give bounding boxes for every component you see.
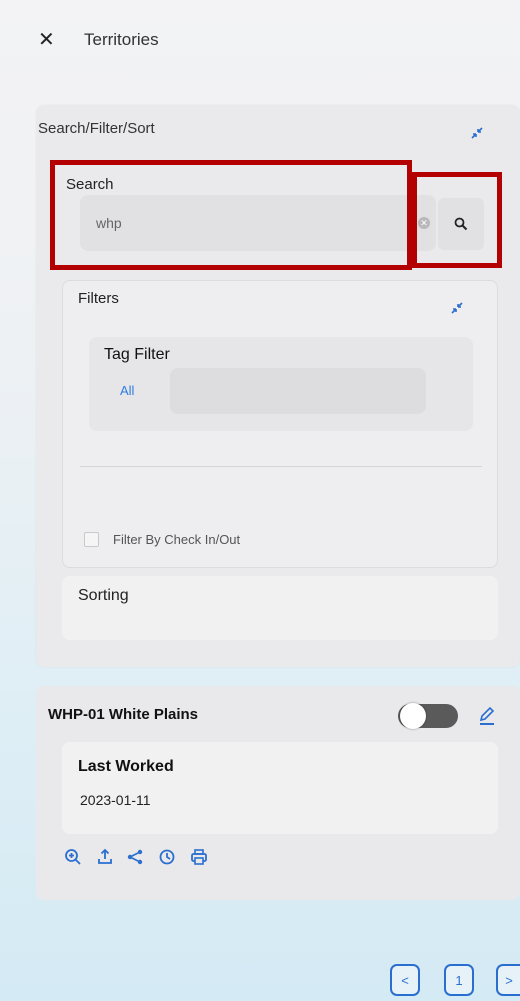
tag-filter-all[interactable]: All bbox=[120, 383, 134, 398]
filters-label: Filters bbox=[78, 290, 119, 307]
zoom-in-icon[interactable] bbox=[64, 848, 82, 866]
print-icon[interactable] bbox=[190, 848, 208, 866]
last-worked-date: 2023-01-11 bbox=[80, 792, 151, 808]
tag-filter-label: Tag Filter bbox=[104, 346, 170, 363]
check-in-out-checkbox[interactable] bbox=[84, 532, 99, 547]
tag-filter-input[interactable] bbox=[170, 368, 426, 414]
sorting-label: Sorting bbox=[78, 587, 129, 604]
collapse-icon[interactable] bbox=[470, 126, 484, 140]
sorting-card[interactable] bbox=[62, 576, 498, 640]
page-title: Territories bbox=[84, 30, 159, 49]
divider bbox=[80, 466, 482, 467]
highlight-search-button bbox=[412, 172, 502, 268]
share-icon[interactable] bbox=[126, 848, 144, 866]
history-icon[interactable] bbox=[158, 848, 176, 866]
close-icon[interactable]: ✕ bbox=[38, 28, 58, 52]
check-in-out-label: Filter By Check In/Out bbox=[113, 532, 241, 547]
territory-title: WHP-01 White Plains bbox=[48, 706, 199, 723]
export-icon[interactable] bbox=[96, 848, 114, 866]
panel-title: Search/Filter/Sort bbox=[38, 120, 155, 137]
page-1-button[interactable]: 1 bbox=[444, 964, 474, 996]
last-worked-label: Last Worked bbox=[78, 758, 174, 775]
collapse-icon[interactable] bbox=[450, 301, 464, 315]
highlight-search-field bbox=[50, 160, 412, 270]
top-bar bbox=[0, 0, 520, 80]
next-page-button[interactable]: > bbox=[496, 964, 520, 996]
last-worked-card bbox=[62, 742, 498, 834]
edit-icon[interactable] bbox=[476, 702, 498, 728]
toggle-knob bbox=[400, 703, 426, 729]
prev-page-button[interactable]: < bbox=[390, 964, 420, 996]
